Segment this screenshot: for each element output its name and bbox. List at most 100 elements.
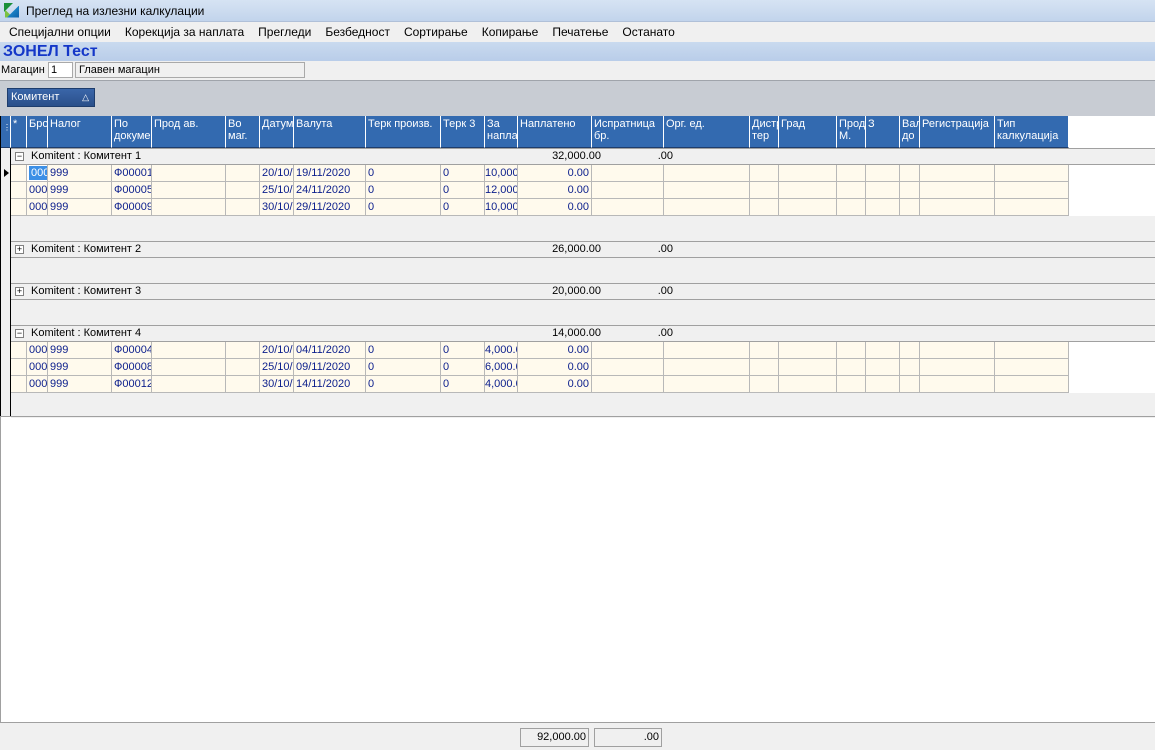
cell-prodav[interactable] <box>152 342 226 359</box>
collapse-icon[interactable]: − <box>15 329 24 338</box>
expand-icon[interactable]: + <box>15 287 24 296</box>
cell-vomag[interactable] <box>226 182 260 199</box>
cell-zanaplata[interactable]: 4,000.00 <box>485 376 518 393</box>
group-row[interactable]: + Komitent : Комитент 2 26,000.00 .00 <box>11 241 1155 258</box>
cell-distributer[interactable] <box>750 342 779 359</box>
menu-views[interactable]: Прегледи <box>251 22 318 42</box>
cell-validnost[interactable] <box>900 342 920 359</box>
menu-sorting[interactable]: Сортирање <box>397 22 475 42</box>
column-header-distributer[interactable]: Дистрибу тер <box>750 116 779 148</box>
cell-naplateno[interactable]: 0.00 <box>518 359 592 376</box>
cell-valuta[interactable]: 24/11/2020 <box>294 182 366 199</box>
column-header-z[interactable]: З <box>866 116 900 148</box>
cell-vomag[interactable] <box>226 359 260 376</box>
cell-terk3[interactable]: 0 <box>441 165 485 182</box>
cell-grad[interactable] <box>779 199 837 216</box>
column-header-terk3[interactable]: Терк 3 <box>441 116 485 148</box>
cell-naplateno[interactable]: 0.00 <box>518 376 592 393</box>
cell-orged[interactable] <box>664 165 750 182</box>
cell-orged[interactable] <box>664 376 750 393</box>
group-row[interactable]: − Komitent : Комитент 1 32,000.00 .00 <box>11 148 1155 165</box>
cell-distributer[interactable] <box>750 182 779 199</box>
cell-zanaplata[interactable]: 6,000.00 <box>485 359 518 376</box>
column-header-ispratnica[interactable]: Испратница бр. <box>592 116 664 148</box>
cell-ispratnica[interactable] <box>592 182 664 199</box>
column-header-naplateno[interactable]: Наплатено <box>518 116 592 148</box>
column-header-registracija[interactable]: Регистрација <box>920 116 995 148</box>
cell-terkproizv[interactable]: 0 <box>366 342 441 359</box>
cell-grad[interactable] <box>779 182 837 199</box>
cell-orged[interactable] <box>664 182 750 199</box>
cell-orged[interactable] <box>664 342 750 359</box>
cell-broj[interactable]: 00008 И1 <box>27 359 48 376</box>
cell-distributer[interactable] <box>750 165 779 182</box>
cell-star[interactable] <box>11 199 27 216</box>
cell-valuta[interactable]: 14/11/2020 <box>294 376 366 393</box>
cell-naplateno[interactable]: 0.00 <box>518 342 592 359</box>
group-row[interactable]: − Komitent : Комитент 4 14,000.00 .00 <box>11 325 1155 342</box>
cell-z[interactable] <box>866 376 900 393</box>
cell-tipkalk[interactable] <box>995 376 1069 393</box>
cell-datum[interactable]: 20/10/2020 <box>260 342 294 359</box>
column-header-zanaplata[interactable]: За наплата <box>485 116 518 148</box>
cell-dokument[interactable]: Ф00008 <box>112 359 152 376</box>
column-header-terkproizv[interactable]: Терк произв. <box>366 116 441 148</box>
cell-datum[interactable]: 25/10/2020 <box>260 182 294 199</box>
cell-broj[interactable]: 00005 И1 <box>27 182 48 199</box>
group-row[interactable]: + Komitent : Комитент 3 20,000.00 .00 <box>11 283 1155 300</box>
cell-zanaplata[interactable]: 10,000.00 <box>485 165 518 182</box>
cell-validnost[interactable] <box>900 199 920 216</box>
cell-validnost[interactable] <box>900 182 920 199</box>
cell-nalog[interactable]: 999 <box>48 182 112 199</box>
cell-orged[interactable] <box>664 199 750 216</box>
cell-terk3[interactable]: 0 <box>441 199 485 216</box>
cell-ispratnica[interactable] <box>592 359 664 376</box>
cell-registracija[interactable] <box>920 342 995 359</box>
cell-terk3[interactable]: 0 <box>441 376 485 393</box>
cell-naplateno[interactable]: 0.00 <box>518 182 592 199</box>
cell-prodm[interactable] <box>837 376 866 393</box>
cell-ispratnica[interactable] <box>592 342 664 359</box>
cell-valuta[interactable]: 09/11/2020 <box>294 359 366 376</box>
cell-zanaplata[interactable]: 10,000.00 <box>485 199 518 216</box>
cell-prodav[interactable] <box>152 199 226 216</box>
cell-terk3[interactable]: 0 <box>441 342 485 359</box>
cell-prodav[interactable] <box>152 165 226 182</box>
column-header-grad[interactable]: Град <box>779 116 837 148</box>
cell-grad[interactable] <box>779 342 837 359</box>
cell-vomag[interactable] <box>226 342 260 359</box>
cell-tipkalk[interactable] <box>995 165 1069 182</box>
cell-distributer[interactable] <box>750 359 779 376</box>
cell-validnost[interactable] <box>900 165 920 182</box>
cell-prodm[interactable] <box>837 165 866 182</box>
cell-prodav[interactable] <box>152 182 226 199</box>
cell-broj[interactable]: 00009 И1 <box>27 199 48 216</box>
column-header-tipkalk[interactable]: Тип калкулација <box>995 116 1069 148</box>
cell-prodm[interactable] <box>837 182 866 199</box>
cell-valuta[interactable]: 29/11/2020 <box>294 199 366 216</box>
cell-dokument[interactable]: Ф00009 <box>112 199 152 216</box>
cell-distributer[interactable] <box>750 199 779 216</box>
cell-prodm[interactable] <box>837 342 866 359</box>
cell-vomag[interactable] <box>226 376 260 393</box>
cell-broj[interactable]: 00004 И1 <box>27 342 48 359</box>
cell-registracija[interactable] <box>920 376 995 393</box>
cell-star[interactable] <box>11 165 27 182</box>
collapse-icon[interactable]: − <box>15 152 24 161</box>
cell-naplateno[interactable]: 0.00 <box>518 199 592 216</box>
cell-star[interactable] <box>11 342 27 359</box>
cell-grad[interactable] <box>779 165 837 182</box>
cell-datum[interactable]: 30/10/2020 <box>260 199 294 216</box>
cell-terkproizv[interactable]: 0 <box>366 376 441 393</box>
column-header-orged[interactable]: Орг. ед. <box>664 116 750 148</box>
menu-printing[interactable]: Печатење <box>545 22 615 42</box>
cell-z[interactable] <box>866 199 900 216</box>
cell-zanaplata[interactable]: 4,000.00 <box>485 342 518 359</box>
cell-valuta[interactable]: 19/11/2020 <box>294 165 366 182</box>
cell-terkproizv[interactable]: 0 <box>366 182 441 199</box>
cell-dokument[interactable]: Ф00004 <box>112 342 152 359</box>
cell-nalog[interactable]: 999 <box>48 342 112 359</box>
group-by-komitent-chip[interactable]: Комитент △ <box>7 88 95 107</box>
cell-orged[interactable] <box>664 359 750 376</box>
cell-terkproizv[interactable]: 0 <box>366 359 441 376</box>
